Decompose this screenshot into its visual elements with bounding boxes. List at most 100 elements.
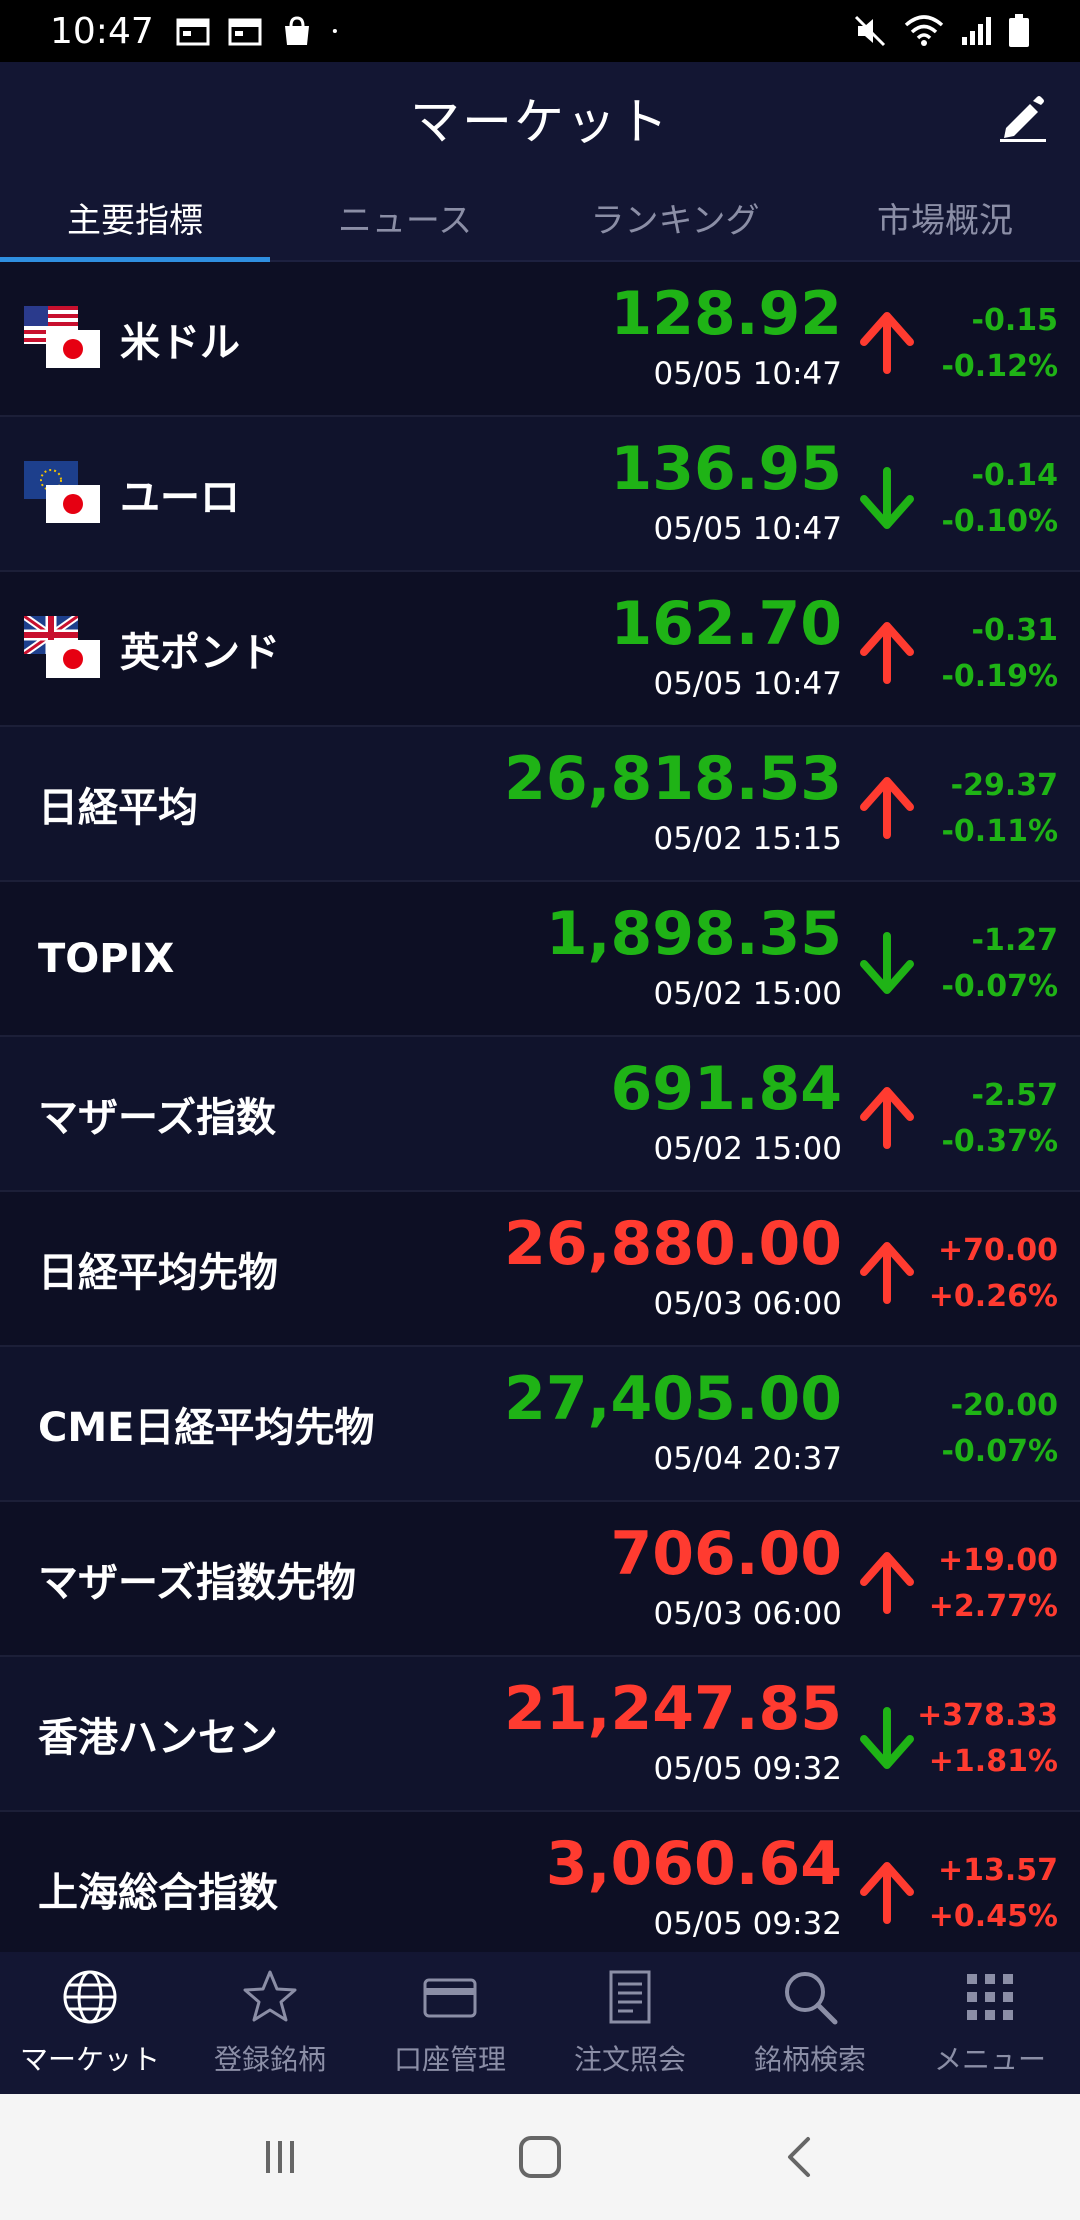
change-percent: +2.77%	[928, 1589, 1058, 1624]
nav-search[interactable]: 銘柄検索	[720, 1952, 900, 2094]
market-row[interactable]: マザーズ指数先物 706.00 05/03 06:00 +19.00 +2.77…	[0, 1502, 1080, 1657]
tab-ranking[interactable]: ランキング	[540, 174, 810, 260]
signal-icon	[962, 17, 991, 45]
market-list: 米ドル 128.92 05/05 10:47 -0.15 -0.12% ユーロ …	[0, 262, 1080, 1952]
price: 21,247.85	[504, 1674, 842, 1744]
flag-pair	[24, 460, 104, 527]
star-icon	[243, 1970, 297, 2022]
nav-market[interactable]: マーケット	[0, 1952, 180, 2094]
instrument-name: 香港ハンセン	[38, 1714, 278, 1761]
shopping-bag-icon	[284, 16, 309, 45]
change-value: +378.33	[917, 1698, 1058, 1733]
change-value: -0.15	[971, 303, 1058, 338]
price: 128.92	[610, 279, 842, 349]
change-value: -2.57	[971, 1078, 1058, 1113]
timestamp: 05/05 10:47	[653, 666, 842, 702]
globe-icon	[63, 1970, 117, 2024]
timestamp: 05/02 15:00	[653, 1131, 842, 1167]
nav-label: 銘柄検索	[753, 2043, 866, 2076]
japan-flag-icon	[46, 329, 100, 368]
nav-label: 注文照会	[573, 2043, 686, 2076]
price: 3,060.64	[545, 1829, 842, 1899]
notification-dot-icon	[332, 28, 337, 34]
change-value: +19.00	[937, 1543, 1058, 1578]
home-icon[interactable]	[510, 2127, 570, 2187]
price: 162.70	[610, 589, 842, 659]
price: 136.95	[610, 434, 842, 504]
instrument-name: 米ドル	[120, 319, 240, 366]
arrow-up-icon	[860, 1862, 914, 1924]
nav-orders[interactable]: 注文照会	[540, 1952, 720, 2094]
timestamp: 05/04 20:37	[653, 1441, 842, 1477]
nav-label: 登録銘柄	[213, 2043, 326, 2076]
timestamp: 05/02 15:15	[653, 821, 842, 857]
nav-label: メニュー	[933, 2043, 1046, 2076]
change-percent: +0.45%	[928, 1899, 1058, 1934]
tab-market-overview[interactable]: 市場概況	[810, 174, 1080, 260]
arrow-up-icon	[860, 622, 914, 684]
market-row[interactable]: マザーズ指数 691.84 05/02 15:00 -2.57 -0.37%	[0, 1037, 1080, 1192]
arrow-up-icon	[860, 1242, 914, 1304]
tab-news[interactable]: ニュース	[270, 174, 540, 260]
arrow-down-icon	[860, 467, 914, 529]
price: 1,898.35	[545, 899, 842, 969]
japan-flag-icon	[46, 639, 100, 678]
market-row[interactable]: 日経平均 26,818.53 05/02 15:15 -29.37 -0.11%	[0, 727, 1080, 882]
tab-main-indicators[interactable]: 主要指標	[0, 174, 270, 262]
arrow-up-icon	[860, 312, 914, 374]
document-icon	[609, 1970, 651, 2024]
arrow-up-icon	[860, 777, 914, 839]
market-row[interactable]: 日経平均先物 26,880.00 05/03 06:00 +70.00 +0.2…	[0, 1192, 1080, 1347]
search-icon	[785, 1972, 838, 2025]
grid-icon	[967, 1974, 1013, 2020]
card-icon	[423, 1978, 477, 2018]
instrument-name: マザーズ指数	[38, 1094, 276, 1141]
timestamp: 05/05 10:47	[653, 356, 842, 392]
system-navigation	[0, 2094, 1080, 2220]
change-percent: -0.37%	[941, 1124, 1058, 1159]
change-percent: -0.10%	[941, 504, 1058, 539]
instrument-name: 英ポンド	[120, 629, 280, 676]
change-value: -29.37	[950, 768, 1058, 803]
timestamp: 05/05 09:32	[653, 1751, 842, 1787]
market-row[interactable]: TOPIX 1,898.35 05/02 15:00 -1.27 -0.07%	[0, 882, 1080, 1037]
instrument-name: TOPIX	[38, 935, 175, 982]
tab-bar: 主要指標 ニュース ランキング 市場概況	[0, 174, 1080, 262]
pencil-icon	[1000, 96, 1046, 142]
timestamp: 05/05 09:32	[653, 1906, 842, 1942]
arrow-down-icon	[860, 1707, 914, 1769]
back-icon[interactable]	[770, 2127, 830, 2187]
edit-button[interactable]	[990, 84, 1056, 150]
change-percent: +0.26%	[928, 1279, 1058, 1314]
market-row[interactable]: ユーロ 136.95 05/05 10:47 -0.14 -0.10%	[0, 417, 1080, 572]
market-row[interactable]: 米ドル 128.92 05/05 10:47 -0.15 -0.12%	[0, 262, 1080, 417]
nav-menu[interactable]: メニュー	[900, 1952, 1080, 2094]
instrument-name: CME日経平均先物	[38, 1404, 375, 1451]
instrument-name: マザーズ指数先物	[38, 1559, 356, 1606]
change-value: -0.14	[971, 458, 1058, 493]
market-row[interactable]: 香港ハンセン 21,247.85 05/05 09:32 +378.33 +1.…	[0, 1657, 1080, 1812]
recent-apps-icon[interactable]	[250, 2127, 310, 2187]
arrow-down-icon	[860, 932, 914, 994]
price: 706.00	[610, 1519, 842, 1589]
arrow-up-icon	[860, 1552, 914, 1614]
timestamp: 05/05 10:47	[653, 511, 842, 547]
bottom-navigation: マーケット 登録銘柄 口座管理 注文照会 銘柄検索 メニュー	[0, 1952, 1080, 2094]
market-row[interactable]: 上海総合指数 3,060.64 05/05 09:32 +13.57 +0.45…	[0, 1812, 1080, 1952]
timestamp: 05/03 06:00	[653, 1286, 842, 1322]
change-value: -0.31	[971, 613, 1058, 648]
nav-watchlist[interactable]: 登録銘柄	[180, 1952, 360, 2094]
change-percent: -0.07%	[941, 1434, 1058, 1469]
nav-account[interactable]: 口座管理	[360, 1952, 540, 2094]
change-value: -20.00	[950, 1388, 1058, 1423]
nav-label: マーケット	[19, 2043, 160, 2076]
status-time: 10:47	[50, 10, 154, 52]
timestamp: 05/02 15:00	[653, 976, 842, 1012]
market-row[interactable]: CME日経平均先物 27,405.00 05/04 20:37 -20.00 -…	[0, 1347, 1080, 1502]
price: 26,818.53	[504, 744, 842, 814]
instrument-name: 日経平均先物	[38, 1249, 278, 1296]
instrument-name: 日経平均	[38, 784, 198, 831]
market-row[interactable]: 英ポンド 162.70 05/05 10:47 -0.31 -0.19%	[0, 572, 1080, 727]
calendar-icon-2	[228, 18, 262, 46]
timestamp: 05/03 06:00	[653, 1596, 842, 1632]
